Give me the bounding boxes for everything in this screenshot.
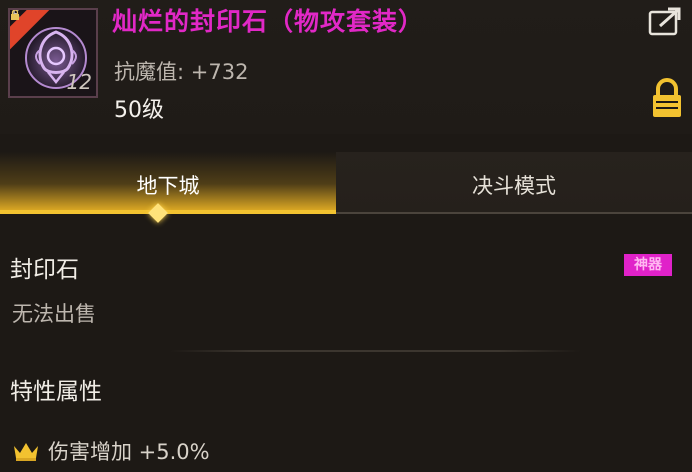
traits-section-title: 特性属性 xyxy=(10,379,102,405)
section-divider xyxy=(170,350,580,352)
seal-section-title: 封印石 xyxy=(10,257,79,283)
item-header: 5 12 灿烂的封印石（物攻套装） 抗魔值: +732 50级 xyxy=(0,0,692,134)
tab-dungeon-label: 地下城 xyxy=(136,174,200,198)
item-name: 灿烂的封印石（物攻套装） xyxy=(112,7,425,36)
lock-icon[interactable] xyxy=(650,78,684,118)
tab-dungeon[interactable]: 地下城 xyxy=(0,152,336,214)
tab-duel-label: 决斗模式 xyxy=(472,174,556,198)
item-icon[interactable]: 5 12 xyxy=(8,8,98,98)
small-lock-icon xyxy=(11,10,19,20)
sell-status: 无法出售 xyxy=(12,302,96,326)
crown-icon xyxy=(14,443,38,461)
share-icon[interactable] xyxy=(648,6,682,38)
rarity-tag: 神器 xyxy=(624,254,672,276)
mode-tabs: 地下城 决斗模式 xyxy=(0,152,692,214)
trait-attribute-text: 伤害增加 +5.0% xyxy=(48,440,210,464)
enhance-level-badge: 12 xyxy=(66,70,92,94)
tab-duel[interactable]: 决斗模式 xyxy=(336,152,692,214)
item-stat: 抗魔值: +732 xyxy=(114,60,249,84)
item-level: 50级 xyxy=(114,98,164,123)
